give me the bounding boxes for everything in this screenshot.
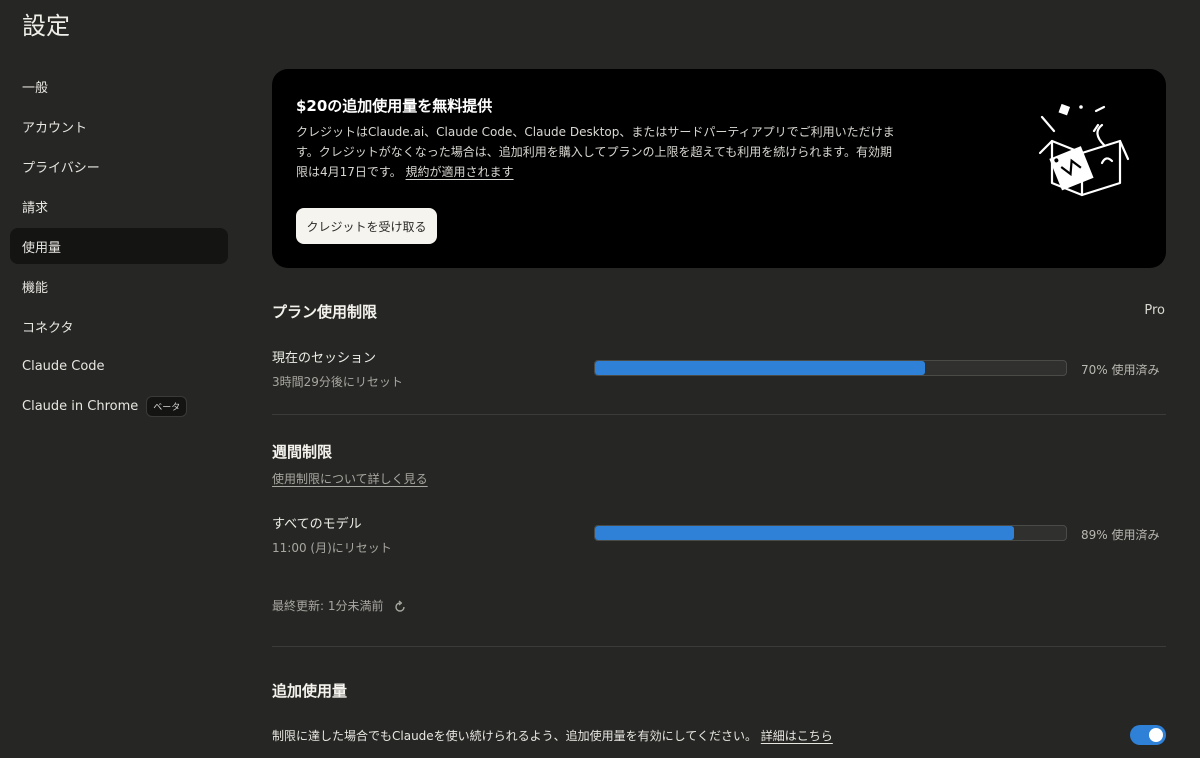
- sidebar-item-label: 一般: [22, 80, 49, 96]
- session-usage-bar: [594, 360, 1067, 376]
- extra-usage-title: 追加使用量: [272, 682, 348, 700]
- weekly-usage-bar: [594, 525, 1067, 541]
- last-updated-row: 最終更新: 1分未満前: [272, 597, 407, 614]
- sidebar-item-label: Claude in Chrome: [22, 398, 139, 414]
- sidebar-item-billing[interactable]: 請求: [10, 188, 228, 224]
- last-updated-text: 最終更新: 1分未満前: [272, 599, 384, 613]
- refresh-icon[interactable]: [393, 599, 407, 614]
- weekly-usage-percent: 89% 使用済み: [1081, 528, 1160, 542]
- promo-text: クレジットはClaude.ai、Claude Code、Claude Deskt…: [296, 125, 895, 179]
- sidebar-item-features[interactable]: 機能: [10, 268, 228, 304]
- terms-link[interactable]: 規約が適用されます: [406, 165, 514, 179]
- plan-limits-title: プラン使用制限: [272, 303, 378, 321]
- sidebar-item-account[interactable]: アカウント: [10, 108, 228, 144]
- learn-more-limits: 使用制限について詳しく見る: [272, 470, 428, 487]
- divider: [272, 646, 1166, 647]
- extra-usage-toggle[interactable]: [1130, 725, 1166, 745]
- sidebar-item-connectors[interactable]: コネクタ: [10, 308, 228, 344]
- session-reset: 3時間29分後にリセット: [272, 375, 403, 389]
- sidebar-item-label: Claude Code: [22, 358, 105, 374]
- sidebar-item-label: アカウント: [22, 120, 88, 136]
- weekly-limits-title: 週間制限: [272, 443, 333, 461]
- sidebar-item-general[interactable]: 一般: [10, 68, 228, 104]
- sidebar-item-label: コネクタ: [22, 320, 74, 336]
- toggle-knob: [1149, 728, 1163, 742]
- settings-sidebar: 一般 アカウント プライバシー 請求 使用量 機能 コネクタ Claude Co…: [10, 68, 228, 428]
- sidebar-item-label: 使用量: [22, 240, 62, 256]
- credit-promo-card: $20の追加使用量を無料提供 クレジットはClaude.ai、Claude Co…: [272, 69, 1166, 268]
- claim-credit-button[interactable]: クレジットを受け取る: [296, 208, 437, 244]
- divider: [272, 414, 1166, 415]
- sidebar-item-label: 請求: [22, 200, 49, 216]
- plan-badge: Pro: [1144, 303, 1165, 318]
- all-models-reset: 11:00 (月)にリセット: [272, 541, 392, 555]
- session-label: 現在のセッション: [272, 351, 377, 366]
- sidebar-item-usage[interactable]: 使用量: [10, 228, 228, 264]
- learn-more-limits-link[interactable]: 使用制限について詳しく見る: [272, 472, 428, 486]
- page-title: 設定: [22, 12, 70, 40]
- extra-usage-text: 制限に達した場合でもClaudeを使い続けられるよう、追加使用量を有効にしてくだ…: [272, 729, 757, 743]
- weekly-usage-fill: [595, 526, 1015, 540]
- promo-description: クレジットはClaude.ai、Claude Code、Claude Deskt…: [296, 122, 896, 182]
- session-usage-percent: 70% 使用済み: [1081, 363, 1160, 377]
- sidebar-item-privacy[interactable]: プライバシー: [10, 148, 228, 184]
- sidebar-item-claude-code[interactable]: Claude Code: [10, 348, 228, 384]
- sidebar-item-label: プライバシー: [22, 160, 100, 176]
- beta-badge: ベータ: [146, 395, 188, 417]
- gift-box-icon: [1038, 103, 1130, 197]
- sidebar-item-label: 機能: [22, 280, 49, 296]
- all-models-label: すべてのモデル: [272, 517, 362, 532]
- sidebar-item-claude-in-chrome[interactable]: Claude in Chrome ベータ: [10, 388, 228, 424]
- session-usage-fill: [595, 361, 925, 375]
- promo-title: $20の追加使用量を無料提供: [296, 97, 493, 115]
- extra-usage-details-link[interactable]: 詳細はこちら: [761, 729, 833, 743]
- extra-usage-description: 制限に達した場合でもClaudeを使い続けられるよう、追加使用量を有効にしてくだ…: [272, 727, 833, 744]
